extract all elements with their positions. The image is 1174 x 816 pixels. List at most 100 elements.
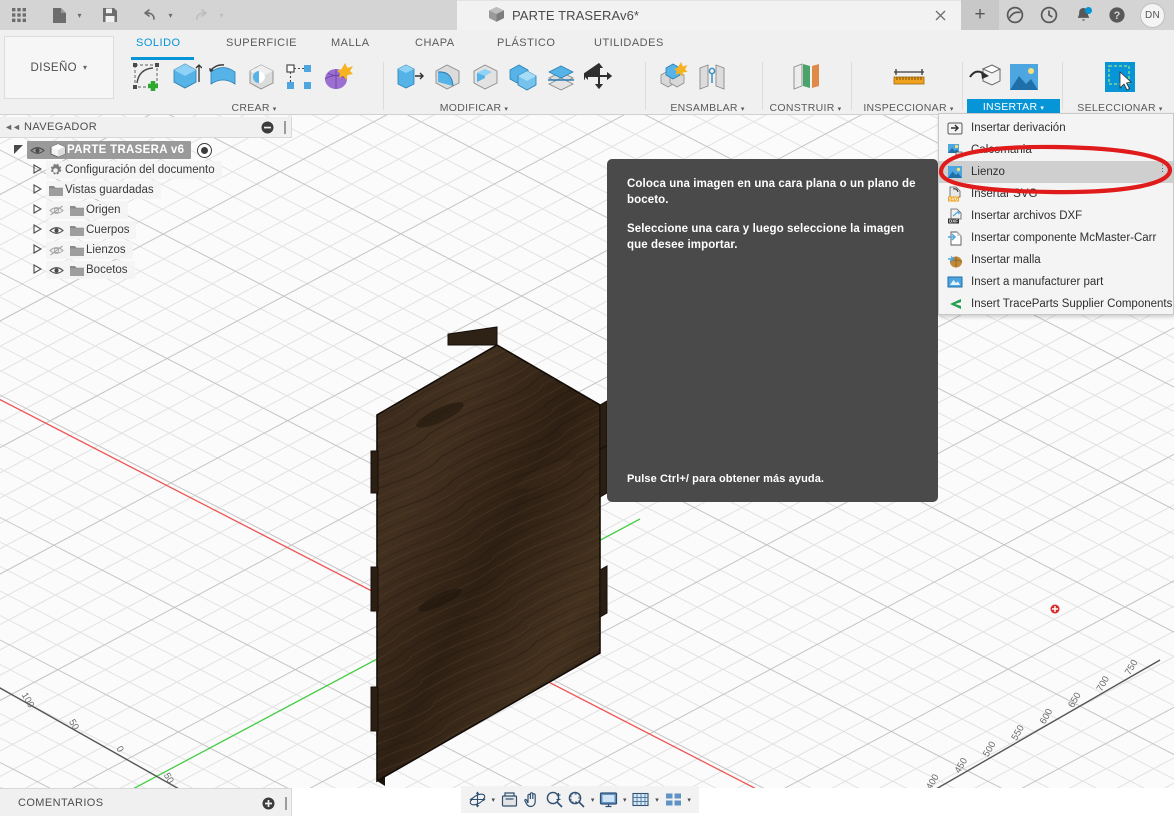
menu-item-insert-svg[interactable]: SVG Insertar SVG — [939, 183, 1173, 205]
menu-item-mcmaster-carr[interactable]: Insertar componente McMaster-Carr — [939, 227, 1173, 249]
insert-derive-icon[interactable] — [967, 57, 1005, 97]
select-window-icon[interactable] — [1101, 57, 1139, 97]
fit-caret-icon[interactable]: ▾ — [588, 796, 598, 804]
grid-apps-icon[interactable] — [4, 1, 34, 29]
menu-item-insert-derive[interactable]: Insertar derivación — [939, 117, 1173, 139]
new-tab-button[interactable]: + — [961, 0, 999, 30]
canvas-image-icon[interactable] — [1005, 57, 1043, 97]
tab-chapa[interactable]: CHAPA — [415, 37, 455, 49]
tree-item-saved-views[interactable]: Vistas guardadas — [0, 180, 292, 200]
tab-superficie[interactable]: SUPERFICIE — [226, 37, 297, 49]
tree-item-label: Vistas guardadas — [65, 184, 154, 196]
expand-arrow-icon[interactable] — [10, 144, 27, 157]
tree-item-sketches[interactable]: Bocetos — [0, 260, 292, 280]
zoom-icon[interactable] — [543, 788, 565, 812]
panel-modificar-label[interactable]: MODIFICAR ▾ — [390, 102, 558, 114]
avatar[interactable]: DN — [1140, 2, 1165, 28]
expand-arrow-icon[interactable] — [29, 184, 46, 196]
svg-icon: SVG — [947, 186, 963, 202]
tree-item-canvases[interactable]: Lienzos — [0, 240, 292, 260]
tab-plastico[interactable]: PLÁSTICO — [497, 37, 555, 49]
tab-utilidades[interactable]: UTILIDADES — [594, 37, 664, 49]
revolve-icon[interactable] — [204, 57, 242, 97]
insert-dropdown-menu[interactable]: Insertar derivación Calcomania Lienzo ⋮ … — [938, 113, 1174, 315]
redo-icon[interactable] — [186, 1, 216, 29]
orbit-caret-icon[interactable]: ▾ — [488, 796, 498, 804]
grid-snaps-icon[interactable] — [630, 788, 652, 812]
move-copy-icon[interactable] — [580, 57, 618, 97]
notifications-icon[interactable] — [1066, 1, 1100, 29]
extension-icon[interactable] — [998, 1, 1032, 29]
split-body-icon[interactable] — [542, 57, 580, 97]
fit-icon[interactable] — [565, 788, 587, 812]
tree-item-document-settings[interactable]: Configuración del documento — [0, 160, 292, 180]
press-pull-icon[interactable] — [390, 57, 428, 97]
visibility-eye-off-icon[interactable] — [46, 245, 67, 256]
visibility-eye-icon[interactable] — [46, 265, 67, 276]
pan-hand-icon[interactable] — [521, 788, 543, 812]
combine-icon[interactable] — [504, 57, 542, 97]
orbit-icon[interactable] — [466, 788, 488, 812]
measure-icon[interactable] — [883, 57, 935, 97]
add-comment-icon[interactable] — [262, 797, 275, 810]
menu-item-decal[interactable]: Calcomania — [939, 139, 1173, 161]
menu-item-traceparts[interactable]: Insert TraceParts Supplier Components — [939, 293, 1173, 315]
visibility-eye-icon[interactable] — [46, 225, 67, 236]
redo-caret-icon[interactable]: ▾ — [216, 11, 227, 20]
svg-text:?: ? — [1114, 10, 1121, 22]
expand-arrow-icon[interactable] — [29, 204, 46, 216]
new-component-icon[interactable] — [655, 57, 693, 97]
panel-crear-label[interactable]: CREAR ▾ — [128, 102, 380, 114]
visibility-eye-off-icon[interactable] — [46, 205, 67, 216]
activate-component-radio[interactable] — [197, 142, 213, 158]
new-file-icon[interactable] — [44, 1, 74, 29]
collapse-left-icon[interactable]: ◄◄ — [0, 122, 24, 132]
document-tab[interactable]: PARTE TRASERAv6* — [457, 0, 961, 30]
visibility-eye-icon[interactable] — [27, 145, 48, 156]
panel-resize-grip[interactable] — [284, 121, 286, 134]
tree-item-root[interactable]: PARTE TRASERA v6 — [0, 140, 292, 160]
sweep-icon[interactable] — [242, 57, 280, 97]
expand-arrow-icon[interactable] — [29, 164, 46, 176]
expand-arrow-icon[interactable] — [29, 224, 46, 236]
tab-solido[interactable]: SOLIDO — [136, 37, 181, 49]
form-sculpt-icon[interactable] — [318, 57, 356, 97]
tree-item-origin[interactable]: Origen — [0, 200, 292, 220]
undo-caret-icon[interactable]: ▾ — [165, 11, 176, 20]
new-file-caret-icon[interactable]: ▾ — [74, 11, 85, 20]
look-at-icon[interactable] — [498, 788, 520, 812]
fillet-icon[interactable] — [428, 57, 466, 97]
tree-item-bodies[interactable]: Cuerpos — [0, 220, 292, 240]
panel-construir-label[interactable]: CONSTRUIR ▾ — [768, 102, 843, 114]
menu-item-lienzo[interactable]: Lienzo ⋮ — [939, 161, 1173, 183]
viewports-icon[interactable] — [662, 788, 684, 812]
job-status-icon[interactable] — [1032, 1, 1066, 29]
display-settings-icon[interactable] — [598, 788, 620, 812]
comments-panel[interactable]: COMENTARIOS — [0, 788, 292, 816]
tree-item-label: PARTE TRASERA v6 — [67, 144, 185, 156]
minimize-icon[interactable] — [261, 121, 274, 134]
shell-icon[interactable] — [466, 57, 504, 97]
overflow-dots-icon[interactable]: ⋮ — [1158, 164, 1167, 173]
axis-x-line — [0, 398, 756, 788]
create-sketch-icon[interactable] — [128, 57, 166, 97]
panel-ensamblar-label[interactable]: ENSAMBLAR ▾ — [655, 102, 760, 114]
tab-malla[interactable]: MALLA — [331, 37, 370, 49]
save-icon[interactable] — [95, 1, 125, 29]
menu-item-insert-mesh[interactable]: Insertar malla — [939, 249, 1173, 271]
extrude-icon[interactable] — [166, 57, 204, 97]
display-caret-icon[interactable]: ▾ — [620, 796, 630, 804]
joint-icon[interactable] — [693, 57, 731, 97]
grid-caret-icon[interactable]: ▾ — [652, 796, 662, 804]
pattern-icon[interactable] — [280, 57, 318, 97]
help-icon[interactable]: ? — [1100, 1, 1134, 29]
construct-plane-icon[interactable] — [787, 57, 825, 97]
viewports-caret-icon[interactable]: ▾ — [684, 796, 694, 804]
expand-arrow-icon[interactable] — [29, 264, 46, 276]
undo-icon[interactable] — [135, 1, 165, 29]
comments-resize-grip[interactable] — [285, 797, 287, 810]
close-icon[interactable] — [934, 9, 947, 22]
expand-arrow-icon[interactable] — [29, 244, 46, 256]
menu-item-insert-dxf[interactable]: DXF Insertar archivos DXF — [939, 205, 1173, 227]
menu-item-manufacturer-part[interactable]: Insert a manufacturer part — [939, 271, 1173, 293]
